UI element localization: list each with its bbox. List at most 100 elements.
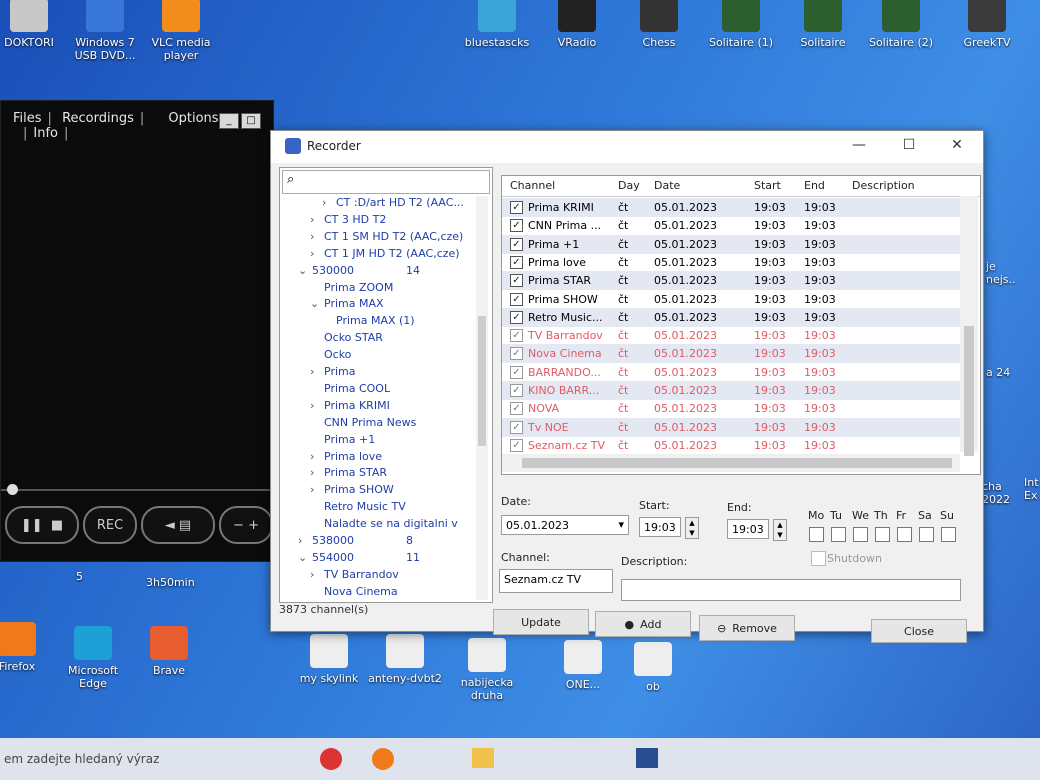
folder-icon[interactable] <box>472 748 494 768</box>
menu-files[interactable]: Files <box>13 111 42 126</box>
add-button[interactable]: ● Add <box>595 611 691 637</box>
weekday-checkbox[interactable] <box>919 527 934 542</box>
chevron-right-icon[interactable]: › <box>310 213 324 226</box>
schedule-row[interactable]: ✓ Prima KRIMI čt 05.01.2023 19:03 19:03 <box>502 198 960 217</box>
start-time-field[interactable]: 19:03 <box>639 517 681 537</box>
schedule-row[interactable]: ✓ Tv NOE čt 05.01.2023 19:03 19:03 <box>502 417 960 437</box>
chevron-right-icon[interactable]: › <box>310 399 324 412</box>
row-checkbox[interactable]: ✓ <box>510 365 523 379</box>
menu-recordings[interactable]: Recordings <box>62 111 134 126</box>
schedule-row[interactable]: ✓ Seznam.cz TV čt 05.01.2023 19:03 19:03 <box>502 436 960 455</box>
tree-item[interactable]: Ocko STAR <box>310 331 383 347</box>
chevron-right-icon[interactable]: › <box>298 534 312 547</box>
col-date[interactable]: Date <box>654 179 680 192</box>
tree-item[interactable]: Prima MAX (1) <box>322 314 415 330</box>
row-checkbox[interactable]: ✓ <box>510 420 523 434</box>
row-checkbox[interactable]: ✓ <box>510 274 523 288</box>
row-checkbox[interactable]: ✓ <box>510 329 523 343</box>
firefox-icon[interactable] <box>372 748 394 770</box>
tree-scrollbar[interactable] <box>476 196 488 600</box>
player-minimize-button[interactable]: _ <box>219 113 239 129</box>
row-checkbox[interactable]: ✓ <box>510 310 523 324</box>
chevron-down-icon[interactable]: ⌄ <box>298 551 312 564</box>
tree-item[interactable]: Naladte se na digitalni v <box>310 517 458 533</box>
schedule-row[interactable]: ✓ Nova Cinema čt 05.01.2023 19:03 19:03 <box>502 344 960 364</box>
desktop-icon[interactable]: VLC media player <box>142 0 220 62</box>
row-checkbox[interactable]: ✓ <box>510 255 523 269</box>
desktop-icon[interactable]: anteny-dvbt2 <box>366 634 444 685</box>
grid-vscroll-thumb[interactable] <box>964 326 974 456</box>
chevron-right-icon[interactable]: › <box>310 365 324 378</box>
col-channel[interactable]: Channel <box>510 179 555 192</box>
row-checkbox[interactable]: ✓ <box>510 347 523 361</box>
shutdown-checkbox[interactable] <box>811 551 826 566</box>
row-checkbox[interactable]: ✓ <box>510 292 523 306</box>
grid-vscroll[interactable] <box>960 196 978 456</box>
recorder-titlebar[interactable]: Recorder — ☐ ✕ <box>271 131 983 163</box>
taskbar-search[interactable]: em zadejte hledaný výraz <box>0 746 300 772</box>
desktop-icon[interactable]: Brave <box>130 626 208 677</box>
chevron-down-icon[interactable]: ⌄ <box>298 264 312 277</box>
col-description[interactable]: Description <box>852 179 915 192</box>
chevron-right-icon[interactable]: › <box>310 450 324 463</box>
menu-options[interactable]: Options <box>168 111 218 126</box>
grid-hscroll[interactable] <box>502 454 960 472</box>
schedule-row[interactable]: ✓ Prima STAR čt 05.01.2023 19:03 19:03 <box>502 271 960 291</box>
desktop-icon[interactable]: Firefox <box>0 622 56 673</box>
tree-item[interactable]: Retro Music TV <box>310 500 406 516</box>
tree-item[interactable]: › CT :D/art HD T2 (AAC... <box>322 196 464 212</box>
close-icon[interactable]: ✕ <box>947 137 967 157</box>
minimize-icon[interactable]: — <box>849 137 869 157</box>
chevron-right-icon[interactable]: › <box>310 568 324 581</box>
tree-search-input[interactable]: ⌕ <box>282 170 490 194</box>
row-checkbox[interactable]: ✓ <box>510 402 523 416</box>
weekday-checkbox[interactable] <box>831 527 846 542</box>
tree-item[interactable]: › Prima <box>310 365 355 381</box>
schedule-row[interactable]: ✓ NOVA čt 05.01.2023 19:03 19:03 <box>502 399 960 418</box>
seek-handle[interactable] <box>7 484 18 495</box>
row-checkbox[interactable]: ✓ <box>510 237 523 251</box>
tree-item[interactable]: › TV Barrandov <box>310 568 399 584</box>
tree-item[interactable]: › Prima KRIMI <box>310 399 390 415</box>
weekday-checkbox[interactable] <box>941 527 956 542</box>
chevron-down-icon[interactable]: ⌄ <box>310 297 324 310</box>
desktop-icon[interactable]: GreekTV <box>948 0 1026 49</box>
schedule-grid[interactable]: Channel Day Date Start End Description ✓… <box>501 175 981 475</box>
update-button[interactable]: Update <box>493 609 589 635</box>
weekday-checkbox[interactable] <box>897 527 912 542</box>
description-field[interactable] <box>621 579 961 601</box>
row-checkbox[interactable]: ✓ <box>510 201 523 214</box>
app-icon[interactable] <box>636 748 658 768</box>
chevron-right-icon[interactable]: › <box>322 196 336 209</box>
tree-item[interactable]: › Prima love <box>310 450 382 466</box>
tree-item[interactable]: › Prima SHOW <box>310 483 394 499</box>
chevron-right-icon[interactable]: › <box>310 230 324 243</box>
tree-item[interactable]: ⌄ 554000 11 <box>298 551 420 567</box>
tree-item[interactable]: › CT 1 JM HD T2 (AAC,cze) <box>310 247 460 263</box>
schedule-row[interactable]: ✓ Prima SHOW čt 05.01.2023 19:03 19:03 <box>502 290 960 309</box>
tree-item[interactable]: Nova Cinema <box>310 585 398 601</box>
desktop-icon[interactable]: my skylink <box>290 634 368 685</box>
seek-bar[interactable] <box>1 489 273 491</box>
tree-item[interactable]: Prima ZOOM <box>310 281 393 297</box>
maximize-icon[interactable]: ☐ <box>899 137 919 157</box>
row-checkbox[interactable]: ✓ <box>510 219 523 233</box>
row-checkbox[interactable]: ✓ <box>510 438 523 452</box>
chevron-right-icon[interactable]: › <box>310 466 324 479</box>
desktop-icon[interactable]: Solitaire (2) <box>862 0 940 49</box>
desktop-icon[interactable]: DOKTORI <box>0 0 68 49</box>
remove-button[interactable]: ⊖ Remove <box>699 615 795 641</box>
schedule-row[interactable]: ✓ Retro Music... čt 05.01.2023 19:03 19:03 <box>502 307 960 327</box>
chevron-right-icon[interactable]: › <box>310 247 324 260</box>
desktop-icon[interactable]: bluestascks <box>458 0 536 49</box>
schedule-row[interactable]: ✓ Prima love čt 05.01.2023 19:03 19:03 <box>502 253 960 272</box>
col-end[interactable]: End <box>804 179 825 192</box>
chrome-icon[interactable] <box>320 748 342 770</box>
weekday-checkbox[interactable] <box>875 527 890 542</box>
chevron-right-icon[interactable]: › <box>310 483 324 496</box>
channel-tree[interactable]: ⌕ › CT :D/art HD T2 (AAC... › CT 3 HD T2 › CT… <box>279 167 493 603</box>
schedule-row[interactable]: ✓ Prima +1 čt 05.01.2023 19:03 19:03 <box>502 234 960 254</box>
end-time-field[interactable]: 19:03 <box>727 519 769 539</box>
tree-item[interactable]: Prima +1 <box>310 433 375 449</box>
start-spinner[interactable]: ▲ ▼ <box>685 517 699 539</box>
